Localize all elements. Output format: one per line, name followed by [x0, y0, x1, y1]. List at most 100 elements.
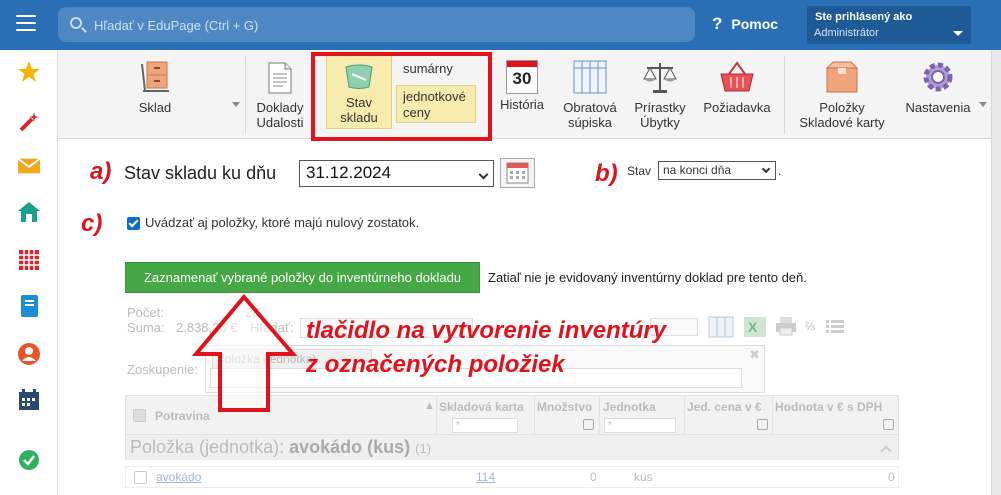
- spreadsheet-icon: [573, 60, 607, 94]
- user-role: Administrátor: [814, 27, 879, 39]
- header-jednotka[interactable]: Jednotka: [603, 400, 656, 414]
- filter-icon[interactable]: [757, 419, 768, 430]
- date-select[interactable]: 31.12.2024: [299, 160, 494, 187]
- toolbar-skladove-karty-label: Skladové karty: [799, 115, 885, 130]
- scales-icon: [643, 63, 677, 93]
- sum-label: Suma:: [127, 320, 165, 335]
- grouping-label: Zoskupenie:: [127, 362, 198, 377]
- home-icon[interactable]: [17, 200, 41, 224]
- filter-select-card[interactable]: *: [452, 418, 518, 433]
- toolbar-obratova-supiska[interactable]: Obratová súpiska: [558, 60, 622, 130]
- row-name-link[interactable]: avokádo: [156, 470, 201, 484]
- toolbar-nastavenia-label: Nastavenia: [905, 100, 971, 115]
- chevron-down-icon: [953, 31, 963, 36]
- calendar-icon[interactable]: [17, 388, 41, 412]
- calendar-picker-button[interactable]: [500, 158, 535, 188]
- basket-icon: [720, 61, 754, 92]
- row-qty: 0: [590, 470, 597, 484]
- toolbar-poziadavka[interactable]: Požiadavka: [700, 60, 774, 115]
- toolbar-obratova-label: Obratová: [563, 100, 617, 115]
- zero-items-checkbox[interactable]: [127, 217, 140, 230]
- toolbar-poziadavka-label: Požiadavka: [703, 100, 771, 115]
- zero-items-label: Uvádzať aj položky, ktoré majú nulový zo…: [145, 215, 420, 230]
- annotation-b: b): [595, 160, 618, 187]
- close-icon[interactable]: ✖: [749, 347, 760, 363]
- columns-icon[interactable]: [708, 316, 734, 338]
- column-separator: [599, 396, 600, 436]
- print-icon[interactable]: [775, 316, 797, 336]
- row-checkbox[interactable]: [134, 471, 147, 484]
- header-potravina[interactable]: Potravina: [155, 409, 210, 423]
- magic-wand-icon[interactable]: [17, 110, 41, 134]
- help-link[interactable]: ? Pomoc: [712, 14, 778, 34]
- page-scrollbar[interactable]: [991, 50, 1001, 495]
- toolbar-doklady-udalosti[interactable]: Doklady Udalosti: [250, 62, 310, 130]
- sum-value: 2.838,26 €: [176, 320, 238, 335]
- date-value: 31.12.2024: [306, 163, 392, 182]
- group-row[interactable]: Položka (jednotka): avokádo (kus) (1): [125, 435, 899, 460]
- annotation-a: a): [90, 158, 112, 185]
- column-separator: [534, 396, 535, 436]
- filter-select-unit[interactable]: *: [604, 418, 676, 433]
- toolbar-nastavenia[interactable]: Nastavenia: [901, 60, 975, 115]
- header-jed-cena[interactable]: Jed. cena v €: [687, 400, 762, 414]
- header-hodnota[interactable]: Hodnota v € s DPH: [775, 400, 882, 414]
- toolbar-sklad[interactable]: Sklad: [124, 60, 186, 115]
- toolbar-ubytky-label: Úbytky: [640, 115, 680, 130]
- filter-icon[interactable]: [583, 419, 594, 430]
- hamburger-menu-icon[interactable]: [16, 15, 36, 33]
- fraction-icon[interactable]: ⅔: [805, 319, 815, 333]
- search-input[interactable]: [94, 15, 674, 35]
- group-title: Položka (jednotka):: [130, 437, 285, 457]
- box-icon: [825, 61, 859, 93]
- star-icon[interactable]: [17, 60, 41, 84]
- svg-text:X: X: [748, 319, 758, 335]
- list-icon[interactable]: [826, 319, 844, 335]
- row-card-link[interactable]: 114: [476, 470, 495, 484]
- group-count: (1): [415, 441, 432, 456]
- global-search[interactable]: [58, 7, 695, 42]
- chevron-down-icon: [478, 169, 489, 180]
- header-skladova-karta[interactable]: Skladová karta: [439, 400, 524, 414]
- column-separator: [684, 396, 685, 436]
- search-label: Hľadať:: [250, 320, 294, 335]
- toolbar-historia-label: História: [499, 97, 545, 112]
- sort-up-icon[interactable]: ▲: [424, 400, 435, 412]
- create-inventory-button[interactable]: Zaznamenať vybrané položky do inventúrne…: [125, 262, 480, 293]
- excel-icon[interactable]: X: [743, 316, 767, 338]
- toolbar-prirastky-ubytky[interactable]: Prírastky Úbytky: [629, 60, 691, 130]
- count-value: 28: [245, 305, 260, 320]
- check-icon[interactable]: [17, 448, 41, 472]
- toolbar-polozky-skladove-karty[interactable]: Položky Skladové karty: [792, 60, 892, 130]
- collapse-icon[interactable]: [880, 445, 892, 457]
- filter-icon[interactable]: [883, 419, 894, 430]
- toolbar-historia[interactable]: 30 História: [495, 60, 549, 112]
- chevron-down-icon: [761, 164, 771, 174]
- no-inventory-message: Zatiaľ nie je evidovaný inventúrny dokla…: [488, 270, 807, 285]
- count-label: Počet:: [127, 305, 164, 320]
- top-bar: ? Pomoc Ste prihlásený ako Administrátor: [0, 0, 1001, 50]
- envelope-icon[interactable]: [17, 154, 41, 178]
- person-icon[interactable]: [17, 342, 41, 366]
- stav-value: na konci dňa: [663, 163, 732, 177]
- toolbar-separator: [245, 56, 246, 134]
- toolbar-sklad-label: Sklad: [138, 100, 172, 115]
- user-menu[interactable]: Ste prihlásený ako Administrátor: [807, 6, 971, 44]
- document-icon: [268, 62, 292, 94]
- inventory-table: Potravina ▲ Skladová karta * Množstvo Je…: [125, 395, 899, 495]
- notebook-icon[interactable]: [17, 294, 41, 318]
- help-label: Pomoc: [731, 16, 779, 32]
- calendar-day-icon: 30: [506, 60, 538, 94]
- toolbar-udalosti-label: Udalosti: [256, 115, 304, 130]
- group-value: avokádo (kus): [289, 437, 411, 457]
- highlight-frame: [311, 52, 492, 141]
- stav-select[interactable]: na konci dňa: [658, 161, 776, 180]
- select-all-checkbox[interactable]: [133, 409, 146, 422]
- annotation-c: c): [81, 210, 103, 237]
- timetable-icon[interactable]: [17, 248, 41, 272]
- header-mnozstvo[interactable]: Množstvo: [537, 400, 592, 414]
- chevron-down-icon[interactable]: [979, 102, 987, 107]
- table-header: Potravina ▲ Skladová karta * Množstvo Je…: [125, 395, 899, 436]
- table-row[interactable]: avokádo 114 0 kus 0: [125, 466, 899, 488]
- chevron-down-icon[interactable]: [232, 102, 240, 107]
